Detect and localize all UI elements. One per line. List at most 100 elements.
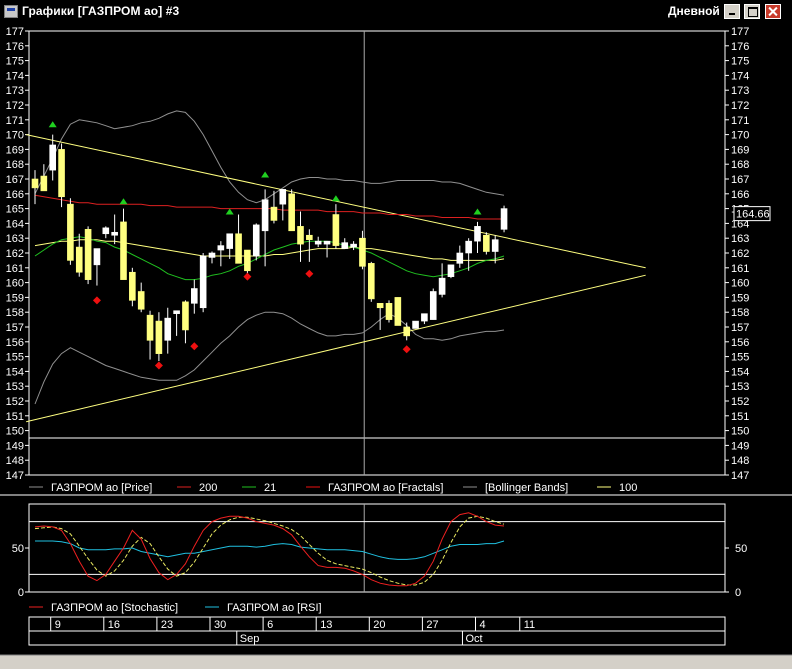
ma200-line (34, 194, 504, 220)
date-label: 13 (320, 619, 332, 631)
candle-body (84, 229, 92, 280)
close-button[interactable] (765, 4, 781, 19)
price-label-left: 166 (6, 189, 24, 201)
price-label-right: 157 (731, 322, 749, 334)
candle-body (191, 288, 198, 304)
osc-legend-label: ГАЗПРОМ ао [Stochastic] (51, 602, 178, 614)
price-label-left: 157 (6, 322, 24, 334)
price-label-left: 153 (6, 381, 24, 393)
candle-body (279, 189, 287, 205)
trendline (26, 274, 646, 423)
date-axis: 9 16 23 30 6 13 20 27 4 11 Sep Oct (0, 616, 792, 669)
candle-body (173, 310, 180, 314)
bollinger-upper-line (34, 110, 505, 204)
price-label-right: 152 (731, 396, 749, 408)
fractal-up-marker (48, 121, 57, 128)
fractal-up-marker (473, 208, 482, 215)
candle-body (155, 320, 163, 354)
rsi-line (35, 540, 505, 560)
price-label-right: 160 (731, 278, 749, 290)
price-label-left: 150 (6, 426, 24, 438)
price-label-right: 161 (731, 263, 749, 275)
legend: ГАЗПРОМ ао [Price] 200 21 ГАЗПРОМ ао [Fract… (29, 482, 637, 494)
price-label-left: 155 (6, 352, 24, 364)
candle-body (182, 301, 189, 331)
price-label-right: 162 (731, 248, 749, 260)
price-label-left: 168 (6, 159, 24, 171)
price-label-right: 170 (731, 130, 749, 142)
price-label-left: 160 (6, 278, 24, 290)
candle-body (288, 193, 295, 232)
candle-body (429, 291, 437, 320)
candle-body (217, 245, 225, 251)
date-label: 4 (480, 619, 486, 631)
price-label-right: 154 (731, 366, 749, 378)
fractal-down-marker (154, 361, 163, 370)
price-label-right: 172 (731, 100, 749, 112)
candle-body (359, 237, 366, 267)
price-label-left: 174 (6, 70, 24, 82)
candle-body (297, 226, 304, 245)
candle-body (270, 206, 278, 221)
fractal-up-marker (225, 208, 234, 215)
legend-label: 100 (619, 482, 637, 494)
candle-body (412, 320, 419, 329)
candle-body (323, 240, 331, 245)
price-label-left: 172 (6, 100, 24, 112)
price-label-left: 163 (6, 233, 24, 245)
price-label-left: 162 (6, 248, 24, 260)
price-label-right: 166 (731, 189, 749, 201)
price-label-right: 163 (731, 233, 749, 245)
candle-body (120, 221, 127, 280)
fractal-down-marker (402, 345, 411, 354)
chart-area[interactable]: 177 177 176 176 175 175 174 174 173 173 172 172 171 1… (0, 24, 792, 669)
price-label-left: 154 (6, 366, 24, 378)
date-label: 16 (108, 619, 120, 631)
price-label-left: 169 (6, 144, 24, 156)
price-label-right: 177 (731, 26, 749, 38)
price-label-right: 155 (731, 352, 749, 364)
period-label[interactable]: Дневной (668, 4, 720, 18)
candle-body (129, 271, 136, 301)
price-label-right: 173 (731, 85, 749, 97)
date-label: 30 (214, 619, 226, 631)
price-label-right: 176 (731, 41, 749, 53)
price-label-right: 175 (731, 56, 749, 68)
candle-body (385, 303, 393, 320)
candle-body (350, 243, 357, 248)
osc-label-right: 0 (735, 587, 741, 599)
price-label-right: 151 (731, 411, 749, 423)
fractal-down-marker (305, 269, 314, 278)
date-label: 23 (161, 619, 173, 631)
date-label: 11 (524, 619, 535, 631)
candle-body (111, 231, 118, 236)
candle-body (40, 175, 48, 192)
price-label-right: 171 (731, 115, 749, 127)
price-label-left: 159 (6, 292, 24, 304)
price-label-right: 167 (731, 174, 749, 186)
candle-body (376, 303, 384, 309)
legend-label: 21 (264, 482, 276, 494)
candle-body (465, 240, 472, 254)
candle-body (58, 149, 65, 198)
price-panel[interactable]: 177 177 176 176 175 175 174 174 173 173 172 172 171 1… (0, 26, 792, 496)
legend-label: 200 (199, 482, 217, 494)
price-label-left: 158 (6, 307, 24, 319)
candle-body (252, 224, 260, 257)
candle-body (226, 233, 233, 249)
fractal-down-marker (243, 272, 252, 281)
price-label-right: 159 (731, 292, 749, 304)
candle-body (244, 249, 251, 272)
price-label-right: 153 (731, 381, 749, 393)
candle-body (500, 208, 508, 230)
price-label-left: 149 (6, 440, 24, 452)
legend-label: ГАЗПРОМ ао [Fractals] (328, 482, 443, 494)
window-bottom-border (0, 655, 792, 669)
candle-body (456, 252, 464, 264)
last-price-label: 164.66 (736, 209, 770, 221)
maximize-button[interactable] (744, 4, 760, 19)
candle-body (483, 234, 490, 252)
month-label: Oct (465, 633, 482, 645)
minimize-button[interactable] (724, 4, 740, 19)
oscillator-panel[interactable]: 50 50 0 0 (12, 503, 748, 599)
